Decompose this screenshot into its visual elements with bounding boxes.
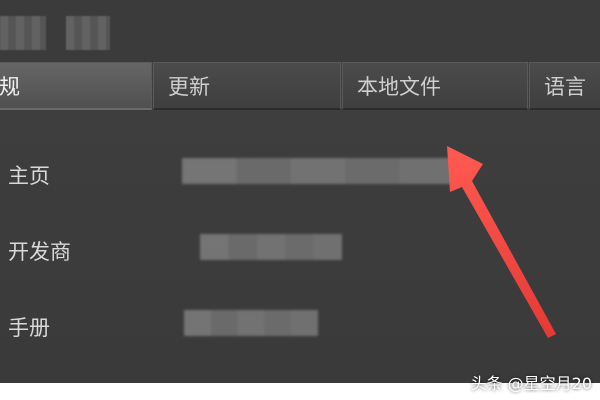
tab-updates[interactable]: 更新 xyxy=(153,62,341,110)
censored-title xyxy=(0,16,46,50)
homepage-label: 主页 xyxy=(8,164,50,188)
homepage-link-censored[interactable] xyxy=(182,158,454,184)
tab-language[interactable]: 语言 xyxy=(529,62,600,110)
tab-local-files[interactable]: 本地文件 xyxy=(342,62,528,110)
tab-label: 本地文件 xyxy=(357,74,441,99)
developer-value-censored xyxy=(200,234,342,260)
censored-title xyxy=(66,16,110,50)
manual-label: 手册 xyxy=(8,316,50,340)
tab-general[interactable]: 规 xyxy=(0,62,152,110)
tab-label: 语言 xyxy=(544,74,586,99)
tab-bar: 规 更新 本地文件 语言 xyxy=(0,62,600,110)
tab-label: 更新 xyxy=(168,74,210,99)
developer-label: 开发商 xyxy=(8,240,71,264)
properties-panel: 规 更新 本地文件 语言 主页 开发商 手册 xyxy=(0,0,600,383)
tab-label: 规 xyxy=(0,74,20,99)
title-bar xyxy=(0,0,600,62)
screenshot: 规 更新 本地文件 语言 主页 开发商 手册 头条 @星空月20 xyxy=(0,0,600,400)
manual-link-censored[interactable] xyxy=(184,310,318,336)
watermark-text: 头条 @星空月20 xyxy=(470,374,592,393)
